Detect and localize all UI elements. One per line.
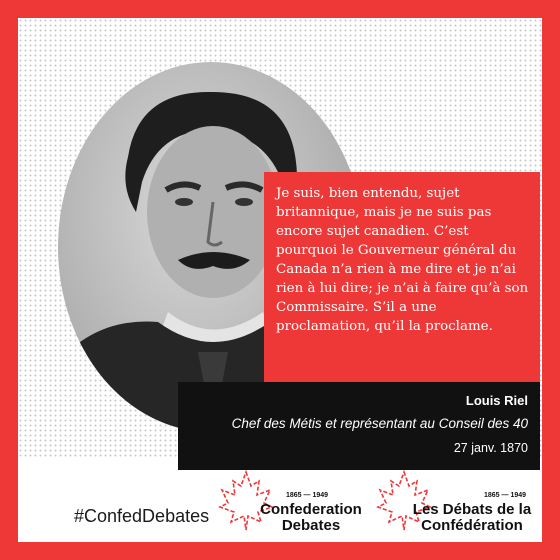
logo-title-line2: Debates (281, 517, 341, 534)
confederation-debates-logo: 1865 — 1949 Confederation Debates (218, 466, 368, 538)
hashtag-underline (74, 542, 140, 546)
logo-years: 1865 — 1949 (286, 492, 329, 499)
quote-box: Je suis, bien entendu, sujet britannique… (264, 172, 540, 382)
logo-years: 1865 — 1949 (484, 492, 527, 499)
speaker-role: Chef des Métis et représentant au Consei… (231, 416, 528, 431)
speaker-name: Louis Riel (465, 393, 528, 408)
logo-title-line1: Les Débats de la (412, 501, 532, 518)
quote-date: 27 janv. 1870 (453, 441, 528, 455)
hashtag: #ConfedDebates (74, 506, 210, 526)
logo-title-line2: Confédération (421, 517, 523, 534)
quote-text: Je suis, bien entendu, sujet britannique… (276, 186, 529, 334)
quote-card: Je suis, bien entendu, sujet britannique… (18, 18, 542, 546)
attribution-box: Louis Riel Chef des Métis et représentan… (178, 382, 540, 470)
logo-title-line1: Confederation (260, 501, 362, 518)
debats-confederation-logo: 1865 — 1949 Les Débats de la Confédérati… (376, 466, 542, 538)
